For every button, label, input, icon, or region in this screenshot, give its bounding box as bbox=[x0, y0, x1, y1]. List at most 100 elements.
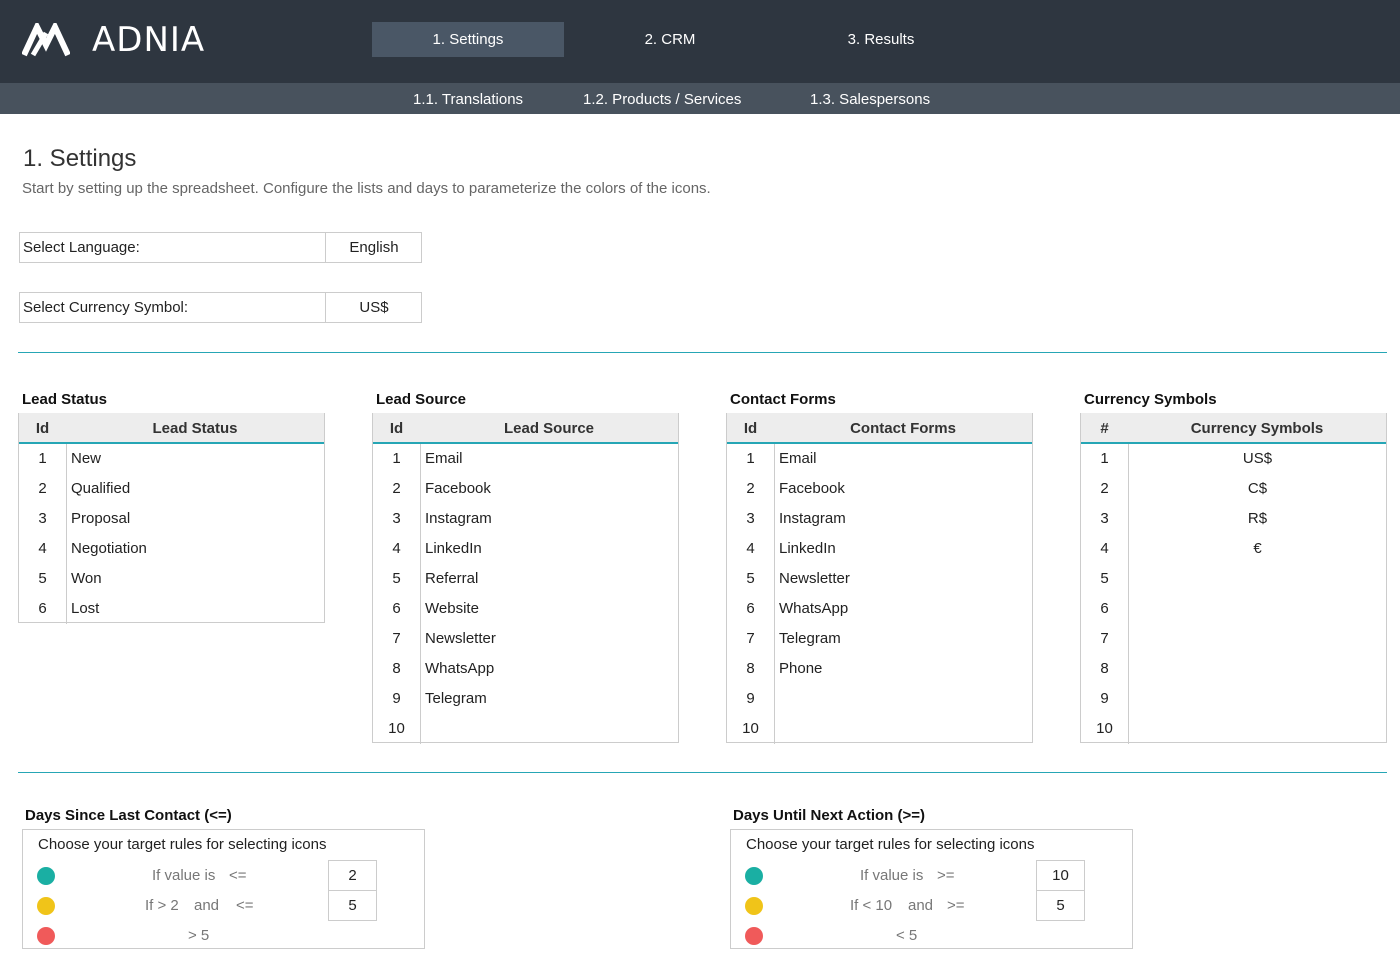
table-row: 8 bbox=[1081, 654, 1386, 684]
row-value[interactable] bbox=[775, 714, 1032, 744]
row-id: 4 bbox=[19, 534, 67, 564]
table-row: 2 Facebook bbox=[373, 474, 678, 504]
table-row: 9 Telegram bbox=[373, 684, 678, 714]
lead-source-title: Lead Source bbox=[376, 391, 467, 408]
row-value[interactable]: Negotiation bbox=[67, 534, 324, 564]
row-value[interactable]: Lost bbox=[67, 594, 324, 624]
row-value[interactable]: New bbox=[67, 444, 324, 474]
row-id: 5 bbox=[727, 564, 775, 594]
row-value[interactable]: C$ bbox=[1129, 474, 1386, 504]
subtab-products-services[interactable]: 1.2. Products / Services bbox=[583, 83, 741, 114]
currency-symbols-table: # Currency Symbols 1 US$ 2 C$ 3 R$ 4 € 5 6 7… bbox=[1080, 413, 1387, 744]
column-header-name: Currency Symbols bbox=[1190, 420, 1324, 437]
tab-results[interactable]: 3. Results bbox=[785, 22, 977, 57]
next-action-rules: Choose your target rules for selecting i… bbox=[730, 829, 1133, 949]
row-id: 10 bbox=[1081, 714, 1129, 744]
rule1-value-input[interactable]: 10 bbox=[1036, 860, 1085, 891]
table-row: 6 WhatsApp bbox=[727, 594, 1032, 624]
row-id: 7 bbox=[1081, 624, 1129, 654]
row-value[interactable]: LinkedIn bbox=[421, 534, 678, 564]
rule1-value-input[interactable]: 2 bbox=[328, 860, 377, 891]
row-value[interactable] bbox=[1129, 654, 1386, 684]
subtab-salespersons[interactable]: 1.3. Salespersons bbox=[810, 83, 930, 114]
table-row: 4 € bbox=[1081, 534, 1386, 564]
column-header-id: # bbox=[1100, 420, 1109, 437]
row-value[interactable]: R$ bbox=[1129, 504, 1386, 534]
row-value[interactable]: Newsletter bbox=[421, 624, 678, 654]
rules-heading: Choose your target rules for selecting i… bbox=[38, 836, 327, 853]
row-value[interactable]: WhatsApp bbox=[421, 654, 678, 684]
row-id: 3 bbox=[373, 504, 421, 534]
rule2-and: and bbox=[194, 897, 220, 914]
row-id: 2 bbox=[19, 474, 67, 504]
rule2-and: and bbox=[908, 897, 934, 914]
row-value[interactable] bbox=[421, 714, 678, 744]
row-id: 5 bbox=[373, 564, 421, 594]
row-value[interactable] bbox=[1129, 684, 1386, 714]
table-row: 8 Phone bbox=[727, 654, 1032, 684]
table-row: 7 Newsletter bbox=[373, 624, 678, 654]
language-select[interactable]: English bbox=[325, 233, 422, 262]
row-value[interactable] bbox=[1129, 564, 1386, 594]
table-header: Id Contact Forms bbox=[727, 413, 1032, 444]
row-value[interactable]: Email bbox=[775, 444, 1032, 474]
row-value[interactable]: US$ bbox=[1129, 444, 1386, 474]
table-row: 5 bbox=[1081, 564, 1386, 594]
row-value[interactable]: Email bbox=[421, 444, 678, 474]
row-id: 1 bbox=[1081, 444, 1129, 474]
row-value[interactable]: Qualified bbox=[67, 474, 324, 504]
column-header-id: Id bbox=[743, 420, 758, 437]
contact-forms-title: Contact Forms bbox=[730, 391, 836, 408]
tab-crm[interactable]: 2. CRM bbox=[574, 22, 766, 57]
rule2-value-input[interactable]: 5 bbox=[1036, 890, 1085, 921]
rule2-text: If > 2 bbox=[145, 897, 179, 914]
row-value[interactable]: WhatsApp bbox=[775, 594, 1032, 624]
row-value[interactable]: Won bbox=[67, 564, 324, 594]
row-value[interactable]: Proposal bbox=[67, 504, 324, 534]
row-value[interactable]: Instagram bbox=[421, 504, 678, 534]
page-subtitle: Start by setting up the spreadsheet. Con… bbox=[22, 180, 711, 197]
row-value[interactable] bbox=[1129, 594, 1386, 624]
table-row: 6 bbox=[1081, 594, 1386, 624]
adnia-logo-icon bbox=[22, 23, 70, 57]
table-row: 2 Facebook bbox=[727, 474, 1032, 504]
rule1-operator: >= bbox=[937, 867, 955, 884]
row-value[interactable]: Facebook bbox=[775, 474, 1032, 504]
column-header-name: Lead Status bbox=[152, 420, 238, 437]
row-id: 7 bbox=[727, 624, 775, 654]
row-value[interactable]: Newsletter bbox=[775, 564, 1032, 594]
row-value[interactable]: Instagram bbox=[775, 504, 1032, 534]
row-value[interactable]: Referral bbox=[421, 564, 678, 594]
currency-select[interactable]: US$ bbox=[325, 293, 422, 322]
green-circle-icon bbox=[37, 867, 55, 885]
last-contact-rules: Choose your target rules for selecting i… bbox=[22, 829, 425, 949]
tab-settings[interactable]: 1. Settings bbox=[372, 22, 564, 57]
logo[interactable]: ADNIA bbox=[22, 22, 205, 58]
row-value[interactable]: LinkedIn bbox=[775, 534, 1032, 564]
row-id: 10 bbox=[727, 714, 775, 744]
row-value[interactable]: Telegram bbox=[775, 624, 1032, 654]
rule2-value-input[interactable]: 5 bbox=[328, 890, 377, 921]
row-id: 5 bbox=[1081, 564, 1129, 594]
row-value[interactable]: Website bbox=[421, 594, 678, 624]
row-id: 8 bbox=[1081, 654, 1129, 684]
row-value[interactable] bbox=[1129, 624, 1386, 654]
row-value[interactable]: € bbox=[1129, 534, 1386, 564]
row-value[interactable]: Phone bbox=[775, 654, 1032, 684]
page-title: 1. Settings bbox=[23, 145, 137, 172]
row-value[interactable] bbox=[1129, 714, 1386, 744]
row-id: 4 bbox=[1081, 534, 1129, 564]
table-row: 10 bbox=[373, 714, 678, 744]
table-row: 4 LinkedIn bbox=[373, 534, 678, 564]
table-row: 1 US$ bbox=[1081, 444, 1386, 474]
subtab-translations[interactable]: 1.1. Translations bbox=[413, 83, 523, 114]
row-id: 1 bbox=[727, 444, 775, 474]
row-value[interactable]: Telegram bbox=[421, 684, 678, 714]
row-id: 2 bbox=[1081, 474, 1129, 504]
row-id: 2 bbox=[373, 474, 421, 504]
row-id: 6 bbox=[373, 594, 421, 624]
row-value[interactable] bbox=[775, 684, 1032, 714]
rule1-text: If value is bbox=[152, 867, 216, 884]
row-value[interactable]: Facebook bbox=[421, 474, 678, 504]
table-row: 6 Website bbox=[373, 594, 678, 624]
